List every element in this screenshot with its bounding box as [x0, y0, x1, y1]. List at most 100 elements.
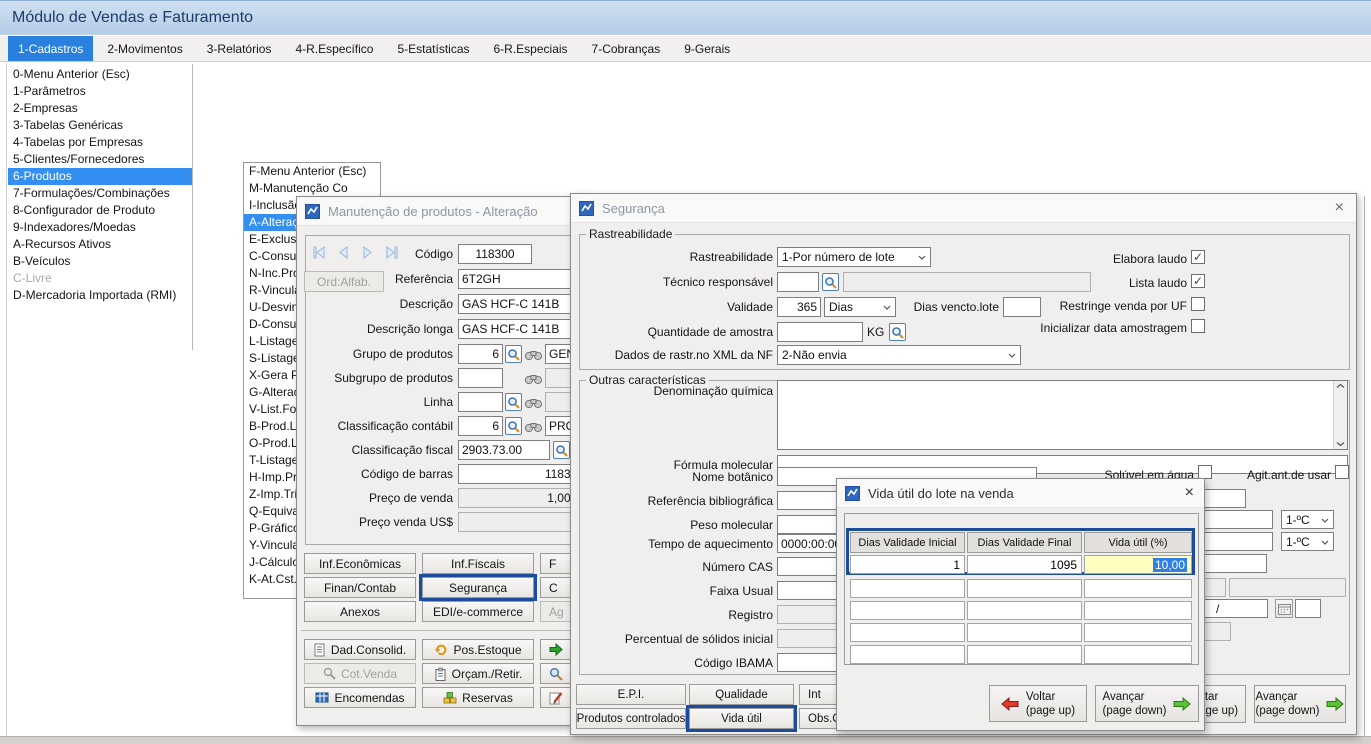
- edi-ecommerce-button[interactable]: EDI/e-commerce: [422, 601, 534, 622]
- linha-search-button[interactable]: [505, 393, 522, 411]
- seguranca-button[interactable]: Segurança: [422, 577, 534, 598]
- elabora-laudo-checkbox[interactable]: [1191, 250, 1205, 264]
- product-dialog-title-bar[interactable]: Manutenção de produtos - Alteração: [297, 197, 587, 226]
- denominacao-textarea[interactable]: [777, 380, 1348, 450]
- menu-item-4[interactable]: 4-Tabelas por Empresas: [8, 134, 192, 151]
- menu-item-7[interactable]: 7-Formulações/Combinações: [8, 185, 192, 202]
- tab-gerais[interactable]: 9-Gerais: [674, 36, 740, 61]
- cell-r4-c2[interactable]: [967, 623, 1082, 642]
- menu-item-2[interactable]: 2-Empresas: [8, 100, 192, 117]
- tab-r-especifico[interactable]: 4-R.Específico: [285, 36, 383, 61]
- qtd-amostra-search-button[interactable]: [889, 323, 906, 341]
- tab-cadastros[interactable]: 1-Cadastros: [8, 36, 93, 61]
- referencia-field[interactable]: 6T2GH: [458, 269, 588, 289]
- produtos-controlados-button[interactable]: Produtos controlados: [576, 708, 686, 729]
- cell-r2-c1[interactable]: [850, 579, 965, 598]
- class-contabil-search-button[interactable]: [505, 417, 522, 435]
- qtd-amostra-field[interactable]: [777, 322, 863, 342]
- scroll-up-icon[interactable]: [1336, 383, 1345, 389]
- textarea-scrollbar[interactable]: [1333, 381, 1347, 449]
- validade-field[interactable]: 365: [777, 297, 821, 317]
- epi-button[interactable]: E.P.I.: [576, 684, 686, 705]
- menu-item-5[interactable]: 5-Clientes/Fornecedores: [8, 151, 192, 168]
- temp-unit-select-2[interactable]: 1-ºC: [1281, 532, 1334, 551]
- cell-r4-c1[interactable]: [850, 623, 965, 642]
- inf-fiscais-button[interactable]: Inf.Fiscais: [422, 553, 534, 574]
- menu-item-3[interactable]: 3-Tabelas Genéricas: [8, 117, 192, 134]
- anexos-button[interactable]: Anexos: [304, 601, 416, 622]
- tecnico-search-button[interactable]: [822, 273, 839, 291]
- security-avancar-button[interactable]: Avançar(page down): [1254, 685, 1346, 723]
- cell-r2-c2[interactable]: [967, 579, 1082, 598]
- cell-r5-c1[interactable]: [850, 645, 965, 664]
- qualidade-button[interactable]: Qualidade: [689, 684, 794, 705]
- col-header-vida-util[interactable]: Vida útil (%): [1084, 532, 1192, 553]
- cell-r1-vida-util-editing[interactable]: 10,00: [1084, 555, 1192, 574]
- validade-unit-select[interactable]: Dias: [824, 297, 896, 317]
- encomendas-button[interactable]: Encomendas: [304, 687, 416, 708]
- orcam-retir-button[interactable]: Orçam./Retir.: [422, 663, 534, 684]
- grupo-binoculars-icon[interactable]: [524, 348, 543, 361]
- dad-consolid-button[interactable]: Dad.Consolid.: [304, 639, 416, 660]
- restringe-uf-checkbox[interactable]: [1191, 297, 1205, 311]
- grupo-code-field[interactable]: 6: [458, 344, 503, 364]
- grupo-search-button[interactable]: [505, 345, 522, 363]
- menu-item-11[interactable]: B-Veículos: [8, 253, 192, 270]
- aux-field-5[interactable]: [1295, 599, 1321, 618]
- close-icon[interactable]: ×: [1185, 484, 1194, 502]
- dados-rastr-select[interactable]: 2-Não envia: [777, 345, 1021, 365]
- subgrupo-binoculars-icon[interactable]: [524, 372, 543, 385]
- cell-r3-c3[interactable]: [1084, 601, 1192, 620]
- tecnico-field[interactable]: [777, 272, 819, 292]
- inicializar-amostragem-checkbox[interactable]: [1191, 319, 1205, 333]
- menu-item-8[interactable]: 8-Configurador de Produto: [8, 202, 192, 219]
- rastreabilidade-select[interactable]: 1-Por número de lote: [777, 247, 931, 267]
- shelf-avancar-button[interactable]: Avançar(page down): [1095, 685, 1199, 722]
- reservas-button[interactable]: Reservas: [422, 687, 534, 708]
- pos-estoque-button[interactable]: Pos.Estoque: [422, 639, 534, 660]
- soluvel-checkbox[interactable]: [1198, 465, 1212, 479]
- tab-relatorios[interactable]: 3-Relatórios: [197, 36, 282, 61]
- class-fiscal-field[interactable]: 2903.73.00: [458, 440, 550, 460]
- linha-code-field[interactable]: [458, 392, 503, 412]
- tab-r-especiais[interactable]: 6-R.Especiais: [484, 36, 578, 61]
- submenu-item-1[interactable]: M-Manutenção Co: [244, 180, 380, 197]
- close-icon[interactable]: ×: [1335, 199, 1344, 217]
- cell-r5-c2[interactable]: [967, 645, 1082, 664]
- security-dialog-title-bar[interactable]: Segurança: [571, 194, 1356, 223]
- col-header-dias-final[interactable]: Dias Validade Final: [967, 532, 1082, 553]
- vida-util-button[interactable]: Vida útil: [689, 708, 794, 729]
- cod-barras-field[interactable]: 118300: [458, 464, 588, 484]
- menu-item-produtos-selected[interactable]: 6-Produtos: [8, 168, 192, 185]
- submenu-item-0[interactable]: F-Menu Anterior (Esc): [244, 163, 380, 180]
- cell-r5-c3[interactable]: [1084, 645, 1192, 664]
- descricao-field[interactable]: GAS HCF-C 141B: [458, 294, 588, 314]
- cell-r1-dias-final[interactable]: 1095: [967, 555, 1082, 574]
- class-contabil-binoculars-icon[interactable]: [524, 420, 543, 433]
- menu-item-0[interactable]: 0-Menu Anterior (Esc): [8, 66, 192, 83]
- finan-contab-button[interactable]: Finan/Contab: [304, 577, 416, 598]
- menu-item-1[interactable]: 1-Parâmetros: [8, 83, 192, 100]
- tab-estatisticas[interactable]: 5-Estatísticas: [387, 36, 479, 61]
- temp-unit-select-1[interactable]: 1-ºC: [1281, 510, 1334, 529]
- tab-cobrancas[interactable]: 7-Cobranças: [582, 36, 671, 61]
- shelf-dialog-title-bar[interactable]: Vida útil do lote na venda: [837, 479, 1204, 508]
- menu-item-13[interactable]: D-Mercadoria Importada (RMI): [8, 287, 192, 304]
- cell-r4-c3[interactable]: [1084, 623, 1192, 642]
- tempo-aquec-field[interactable]: 0000:00:00: [777, 534, 837, 553]
- agitar-checkbox[interactable]: [1335, 465, 1349, 479]
- class-fiscal-search-button[interactable]: [553, 441, 570, 459]
- class-contabil-code-field[interactable]: 6: [458, 416, 503, 436]
- linha-binoculars-icon[interactable]: [524, 396, 543, 409]
- descricao-longa-field[interactable]: GAS HCF-C 141B: [458, 319, 588, 339]
- subgrupo-code-field[interactable]: [458, 368, 503, 388]
- cell-r1-dias-inicial[interactable]: 1: [850, 555, 965, 574]
- tab-movimentos[interactable]: 2-Movimentos: [97, 36, 192, 61]
- scroll-down-icon[interactable]: [1336, 441, 1345, 447]
- col-header-dias-inicial[interactable]: Dias Validade Inicial: [850, 532, 965, 553]
- menu-item-9[interactable]: 9-Indexadores/Moedas: [8, 219, 192, 236]
- shelf-voltar-button[interactable]: Voltar(page up): [989, 685, 1087, 722]
- cell-r3-c2[interactable]: [967, 601, 1082, 620]
- calendar-button[interactable]: [1275, 599, 1293, 618]
- cell-r3-c1[interactable]: [850, 601, 965, 620]
